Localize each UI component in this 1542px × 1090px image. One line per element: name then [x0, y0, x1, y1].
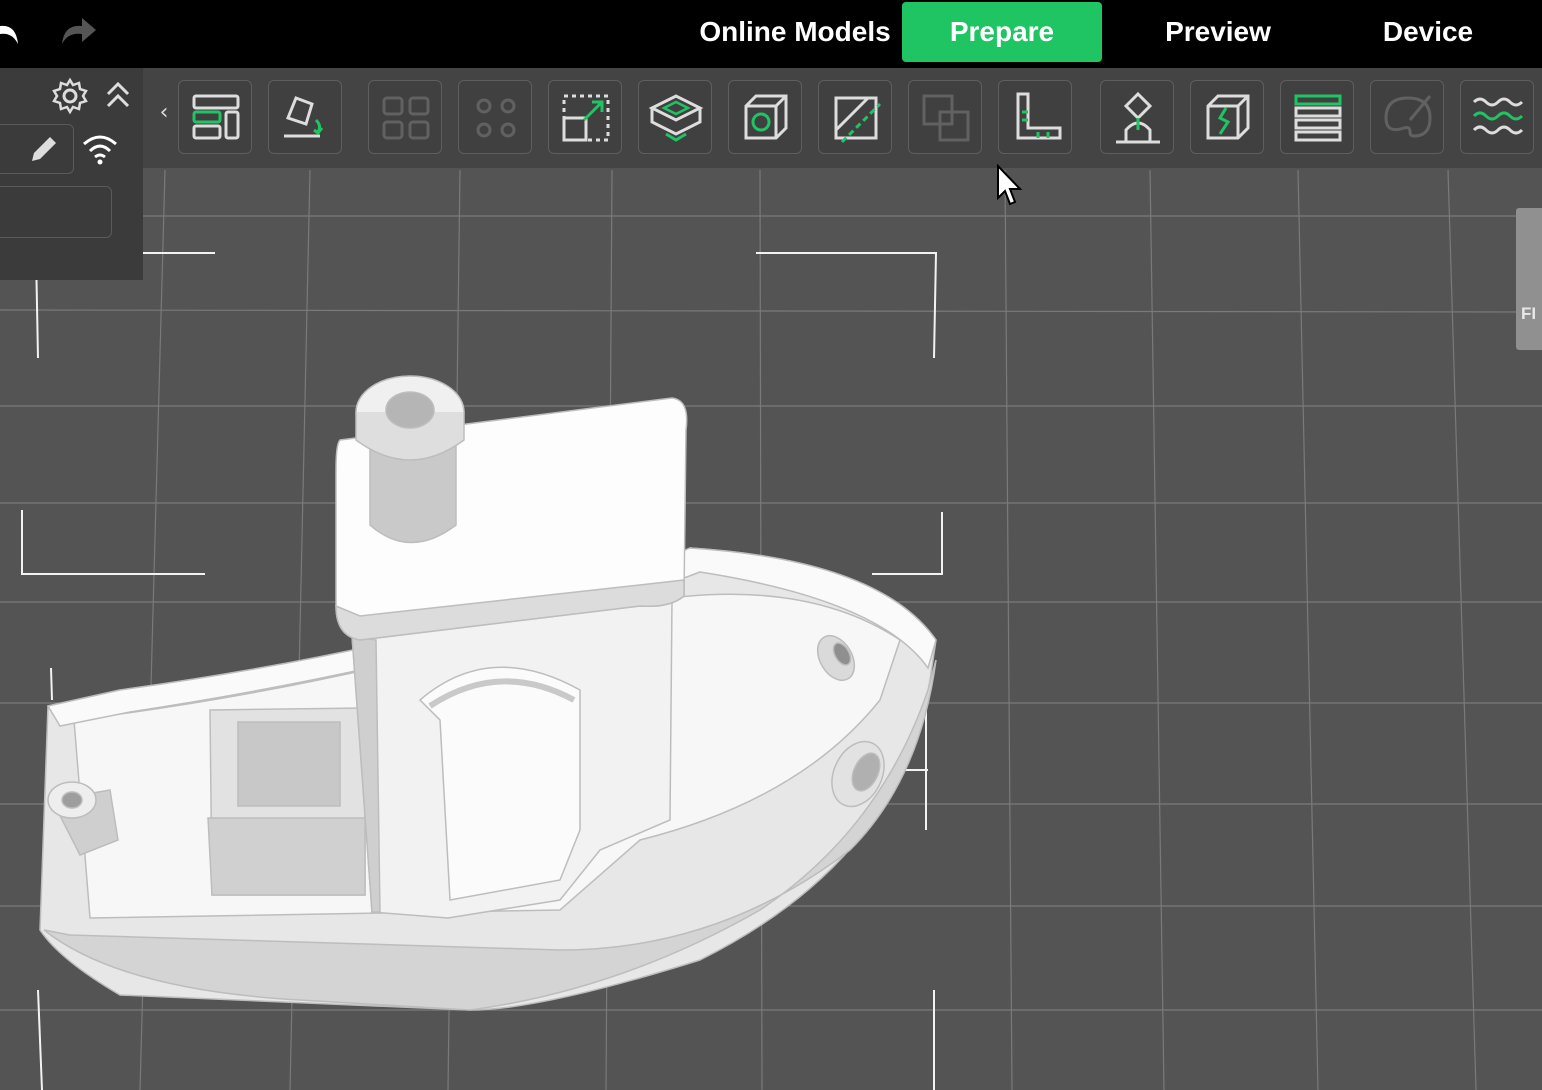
- top-navigation-bar: Online Models Prepare Preview Device: [0, 0, 1542, 68]
- tab-device[interactable]: Device: [1352, 2, 1504, 62]
- split-objects-button[interactable]: [368, 80, 442, 154]
- right-panel-label: FI: [1521, 304, 1537, 323]
- arrange-button[interactable]: [178, 80, 252, 154]
- layers-icon: [1294, 94, 1342, 142]
- object-list-panel-tab[interactable]: FI: [1516, 208, 1542, 350]
- object-button[interactable]: [728, 80, 802, 154]
- boolean-button[interactable]: [908, 80, 982, 154]
- tab-preview[interactable]: Preview: [1130, 2, 1306, 62]
- scale-icon: [562, 94, 610, 142]
- printer-panel: [0, 68, 143, 280]
- seam-painting-button[interactable]: [1190, 80, 1264, 154]
- support-painting-button[interactable]: [1100, 80, 1174, 154]
- lay-on-face-button[interactable]: [268, 80, 342, 154]
- plate-type-dropdown[interactable]: [0, 186, 112, 238]
- color-paint-icon: [1384, 95, 1432, 138]
- measure-icon: [1016, 92, 1062, 140]
- undo-icon[interactable]: [0, 12, 30, 52]
- boolean-icon: [922, 94, 970, 142]
- plate-settings-button[interactable]: [638, 80, 712, 154]
- fuzzy-skin-icon: [1472, 97, 1524, 135]
- cut-icon: [834, 96, 882, 144]
- gear-icon[interactable]: [50, 76, 90, 116]
- edit-printer-button[interactable]: [0, 124, 74, 174]
- measure-button[interactable]: [998, 80, 1072, 154]
- variable-layer-height-button[interactable]: [1280, 80, 1354, 154]
- redo-icon[interactable]: [58, 12, 102, 52]
- color-painting-button[interactable]: [1370, 80, 1444, 154]
- object-icon: [744, 94, 788, 140]
- mouse-cursor-icon: [997, 164, 1022, 206]
- seam-paint-icon: [1206, 94, 1250, 140]
- support-paint-icon: [1116, 91, 1160, 144]
- place-on-face-icon: [284, 96, 324, 138]
- auto-orient-icon: [476, 98, 516, 138]
- cut-button[interactable]: [818, 80, 892, 154]
- boat-model: [39, 375, 937, 1011]
- prepare-toolbar: [0, 68, 1542, 168]
- collapse-up-icon[interactable]: [104, 78, 132, 114]
- grid-array-icon: [382, 96, 430, 140]
- tab-prepare[interactable]: Prepare: [902, 2, 1102, 62]
- collapse-panel-arrow-icon[interactable]: ‹: [152, 100, 176, 140]
- scale-button[interactable]: [548, 80, 622, 154]
- pencil-icon: [32, 137, 56, 161]
- arrange-icon: [192, 94, 240, 140]
- plate-icon: [648, 94, 704, 142]
- wifi-icon[interactable]: [80, 132, 120, 168]
- split-parts-button[interactable]: [458, 80, 532, 154]
- tab-online-models[interactable]: Online Models: [690, 2, 900, 62]
- fuzzy-skin-button[interactable]: [1460, 80, 1534, 154]
